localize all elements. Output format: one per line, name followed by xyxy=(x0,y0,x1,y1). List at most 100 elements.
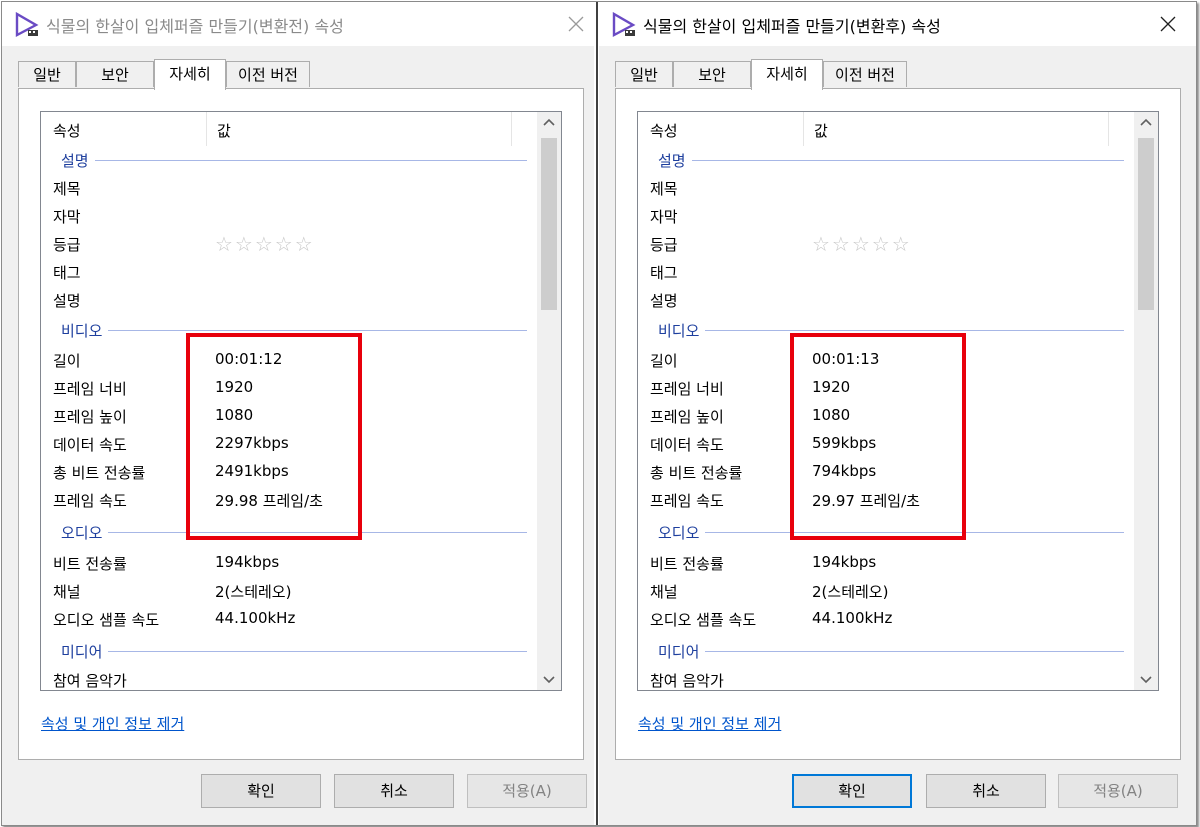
ok-button[interactable]: 확인 xyxy=(792,774,912,808)
tab-security[interactable]: 보안 xyxy=(673,61,751,87)
tab-previous-versions[interactable]: 이전 버전 xyxy=(226,61,310,87)
tab-details[interactable]: 자세히 xyxy=(751,59,823,90)
property-label: 참여 음악가 xyxy=(53,672,127,690)
property-row[interactable]: 비트 전송률 194kbps xyxy=(638,549,1134,577)
property-row[interactable]: 설명 xyxy=(638,286,1134,314)
chevron-up-icon xyxy=(543,118,555,126)
remove-properties-link[interactable]: 속성 및 개인 정보 제거 xyxy=(41,713,184,734)
group-header-description: 설명 xyxy=(638,146,1134,174)
property-row[interactable]: 참여 음악가 xyxy=(638,666,1134,690)
group-divider xyxy=(658,160,1124,161)
group-label: 비디오 xyxy=(658,320,706,341)
property-row[interactable]: 채널 2(스테레오) xyxy=(638,577,1134,605)
ok-button[interactable]: 확인 xyxy=(201,774,321,808)
property-row[interactable]: 자막 xyxy=(41,202,537,230)
property-value: 44.100kHz xyxy=(215,609,296,627)
property-value: 2(스테레오) xyxy=(812,583,889,601)
property-label: 등급 xyxy=(53,236,81,254)
property-row[interactable]: 설명 xyxy=(41,286,537,314)
title-bar: 식물의 한살이 입체퍼즐 만들기(변환후) 속성 xyxy=(599,2,1196,46)
remove-properties-link[interactable]: 속성 및 개인 정보 제거 xyxy=(638,713,781,734)
vertical-scrollbar[interactable] xyxy=(1134,112,1158,690)
property-label: 데이터 속도 xyxy=(650,436,724,454)
property-row[interactable]: 등급 ☆☆☆☆☆ xyxy=(41,230,537,258)
column-divider[interactable] xyxy=(803,112,804,146)
close-button[interactable] xyxy=(560,8,592,40)
title-bar: 식물의 한살이 입체퍼즐 만들기(변환전) 속성 xyxy=(2,2,594,46)
close-button[interactable] xyxy=(1152,8,1184,40)
property-label: 오디오 샘플 속도 xyxy=(650,611,757,629)
property-label: 제목 xyxy=(650,180,678,198)
column-header-value[interactable]: 값 xyxy=(217,120,231,141)
property-label: 프레임 너비 xyxy=(53,380,127,398)
scroll-down-button[interactable] xyxy=(1134,668,1158,690)
group-divider xyxy=(61,330,527,331)
rating-stars[interactable]: ☆☆☆☆☆ xyxy=(812,232,912,256)
properties-window-before: 식물의 한살이 입체퍼즐 만들기(변환전) 속성 일반 보안 자세히 이전 버전… xyxy=(2,2,594,825)
property-label: 프레임 높이 xyxy=(650,408,724,426)
property-label: 프레임 높이 xyxy=(53,408,127,426)
column-header-property[interactable]: 속성 xyxy=(53,120,81,141)
property-value: 194kbps xyxy=(812,553,877,571)
group-header-media: 미디어 xyxy=(638,637,1134,665)
column-divider[interactable] xyxy=(206,112,207,146)
properties-window-after: 식물의 한살이 입체퍼즐 만들기(변환후) 속성 일반 보안 자세히 이전 버전… xyxy=(599,2,1196,825)
tab-general[interactable]: 일반 xyxy=(615,61,673,87)
property-label: 태그 xyxy=(650,264,678,282)
tab-general[interactable]: 일반 xyxy=(18,61,76,87)
group-divider xyxy=(658,330,1124,331)
property-row[interactable]: 참여 음악가 xyxy=(41,666,537,690)
scroll-thumb[interactable] xyxy=(541,138,557,310)
column-header: 속성 값 xyxy=(638,112,1134,146)
column-header: 속성 값 xyxy=(41,112,537,146)
property-row[interactable]: 제목 xyxy=(638,174,1134,202)
chevron-down-icon xyxy=(543,676,555,684)
group-divider xyxy=(61,651,527,652)
column-header-value[interactable]: 값 xyxy=(814,120,828,141)
close-icon xyxy=(568,16,584,32)
tab-security[interactable]: 보안 xyxy=(76,61,154,87)
property-label: 등급 xyxy=(650,236,678,254)
property-row[interactable]: 태그 xyxy=(638,258,1134,286)
property-row[interactable]: 채널 2(스테레오) xyxy=(41,577,537,605)
cancel-button[interactable]: 취소 xyxy=(926,774,1046,808)
chevron-up-icon xyxy=(1140,118,1152,126)
scroll-down-button[interactable] xyxy=(537,668,561,690)
property-label: 데이터 속도 xyxy=(53,436,127,454)
property-row[interactable]: 오디오 샘플 속도 44.100kHz xyxy=(638,605,1134,633)
property-row[interactable]: 제목 xyxy=(41,174,537,202)
property-label: 자막 xyxy=(650,208,678,226)
scroll-up-button[interactable] xyxy=(1134,112,1158,134)
property-label: 프레임 속도 xyxy=(53,492,127,510)
property-label: 참여 음악가 xyxy=(650,672,724,690)
property-row[interactable]: 자막 xyxy=(638,202,1134,230)
rating-stars[interactable]: ☆☆☆☆☆ xyxy=(215,232,315,256)
tab-details[interactable]: 자세히 xyxy=(154,59,226,90)
property-row[interactable]: 오디오 샘플 속도 44.100kHz xyxy=(41,605,537,633)
apply-button[interactable]: 적용(A) xyxy=(1058,774,1178,808)
property-row[interactable]: 등급 ☆☆☆☆☆ xyxy=(638,230,1134,258)
window-title: 식물의 한살이 입체퍼즐 만들기(변환후) 속성 xyxy=(643,17,941,36)
video-file-icon xyxy=(612,12,636,37)
property-label: 오디오 샘플 속도 xyxy=(53,611,160,629)
property-label: 설명 xyxy=(53,292,81,310)
red-highlight-box xyxy=(186,333,362,540)
group-label: 설명 xyxy=(658,150,692,171)
column-header-property[interactable]: 속성 xyxy=(650,120,678,141)
property-label: 길이 xyxy=(53,352,81,370)
vertical-scrollbar[interactable] xyxy=(537,112,561,690)
cancel-button[interactable]: 취소 xyxy=(334,774,454,808)
group-label: 오디오 xyxy=(61,522,109,543)
apply-button[interactable]: 적용(A) xyxy=(467,774,587,808)
scroll-thumb[interactable] xyxy=(1138,138,1154,310)
property-label: 비트 전송률 xyxy=(650,555,724,573)
column-divider[interactable] xyxy=(511,112,512,146)
group-label: 오디오 xyxy=(658,522,706,543)
chevron-down-icon xyxy=(1140,676,1152,684)
property-value: 44.100kHz xyxy=(812,609,893,627)
property-row[interactable]: 태그 xyxy=(41,258,537,286)
column-divider[interactable] xyxy=(1108,112,1109,146)
tab-previous-versions[interactable]: 이전 버전 xyxy=(823,61,907,87)
scroll-up-button[interactable] xyxy=(537,112,561,134)
property-row[interactable]: 비트 전송률 194kbps xyxy=(41,549,537,577)
